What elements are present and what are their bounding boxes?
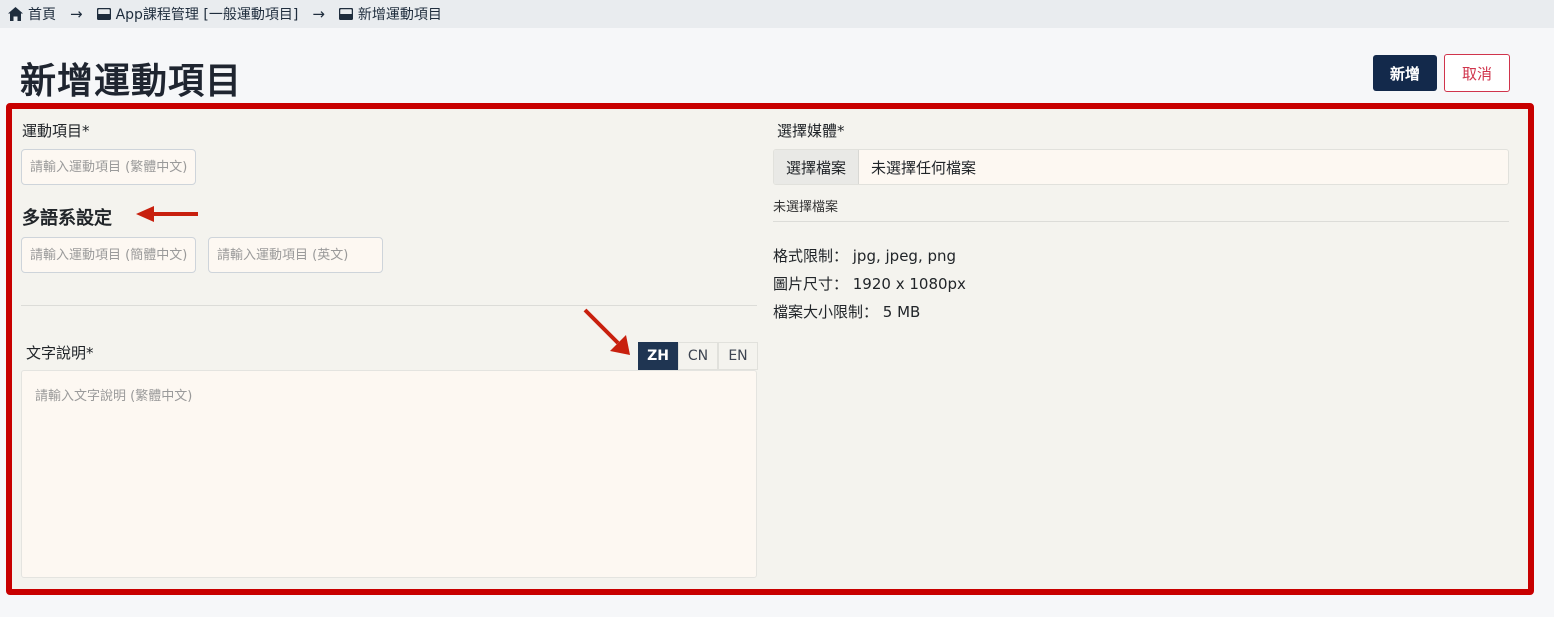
left-arrow-annotation bbox=[136, 206, 198, 222]
exercise-name-zh-input[interactable] bbox=[21, 149, 196, 185]
exercise-name-en-input[interactable] bbox=[208, 237, 383, 273]
description-label: 文字說明* bbox=[26, 344, 94, 362]
choose-file-button[interactable]: 選擇檔案 bbox=[774, 150, 860, 184]
tab-lang-en[interactable]: EN bbox=[718, 342, 758, 370]
media-divider bbox=[773, 221, 1509, 222]
file-status-note: 未選擇檔案 bbox=[773, 200, 839, 215]
tab-lang-cn[interactable]: CN bbox=[678, 342, 718, 370]
breadcrumb-label: 新增運動項目 bbox=[357, 7, 442, 23]
page-title: 新增運動項目 bbox=[20, 61, 243, 102]
breadcrumb-item-current: 新增運動項目 bbox=[338, 4, 442, 24]
image-size-text: 圖片尺寸： 1920 x 1080px bbox=[773, 275, 966, 293]
language-tabs: ZH CN EN bbox=[638, 342, 758, 370]
cancel-button[interactable]: 取消 bbox=[1444, 54, 1510, 92]
breadcrumb-separator: → bbox=[312, 5, 325, 23]
tab-lang-zh[interactable]: ZH bbox=[638, 342, 678, 370]
media-label: 選擇媒體* bbox=[777, 122, 845, 140]
breadcrumb-item-course[interactable]: App課程管理 [一般運動項目] bbox=[96, 4, 299, 24]
breadcrumb-item-home[interactable]: 首頁 bbox=[8, 4, 56, 24]
file-input[interactable]: 選擇檔案 未選擇任何檔案 bbox=[773, 149, 1509, 185]
window-icon bbox=[96, 8, 111, 20]
section-divider bbox=[21, 305, 757, 306]
breadcrumb-label: App課程管理 [一般運動項目] bbox=[115, 7, 299, 23]
breadcrumb-label: 首頁 bbox=[28, 7, 56, 23]
exercise-label: 運動項目* bbox=[22, 122, 90, 140]
file-size-limit-text: 檔案大小限制： 5 MB bbox=[773, 303, 921, 321]
exercise-name-cn-input[interactable] bbox=[21, 237, 196, 273]
breadcrumb: 首頁 → App課程管理 [一般運動項目] → 新增運動項目 bbox=[0, 0, 1554, 28]
breadcrumb-separator: → bbox=[70, 5, 83, 23]
selected-file-name: 未選擇任何檔案 bbox=[871, 158, 977, 177]
description-textarea[interactable] bbox=[21, 370, 757, 578]
down-right-arrow-annotation bbox=[583, 308, 630, 355]
format-limit-text: 格式限制： jpg, jpeg, png bbox=[773, 247, 957, 265]
add-button[interactable]: 新增 bbox=[1373, 55, 1437, 91]
home-icon bbox=[8, 7, 23, 21]
window-icon bbox=[338, 8, 353, 20]
multilang-section-title: 多語系設定 bbox=[22, 208, 112, 229]
